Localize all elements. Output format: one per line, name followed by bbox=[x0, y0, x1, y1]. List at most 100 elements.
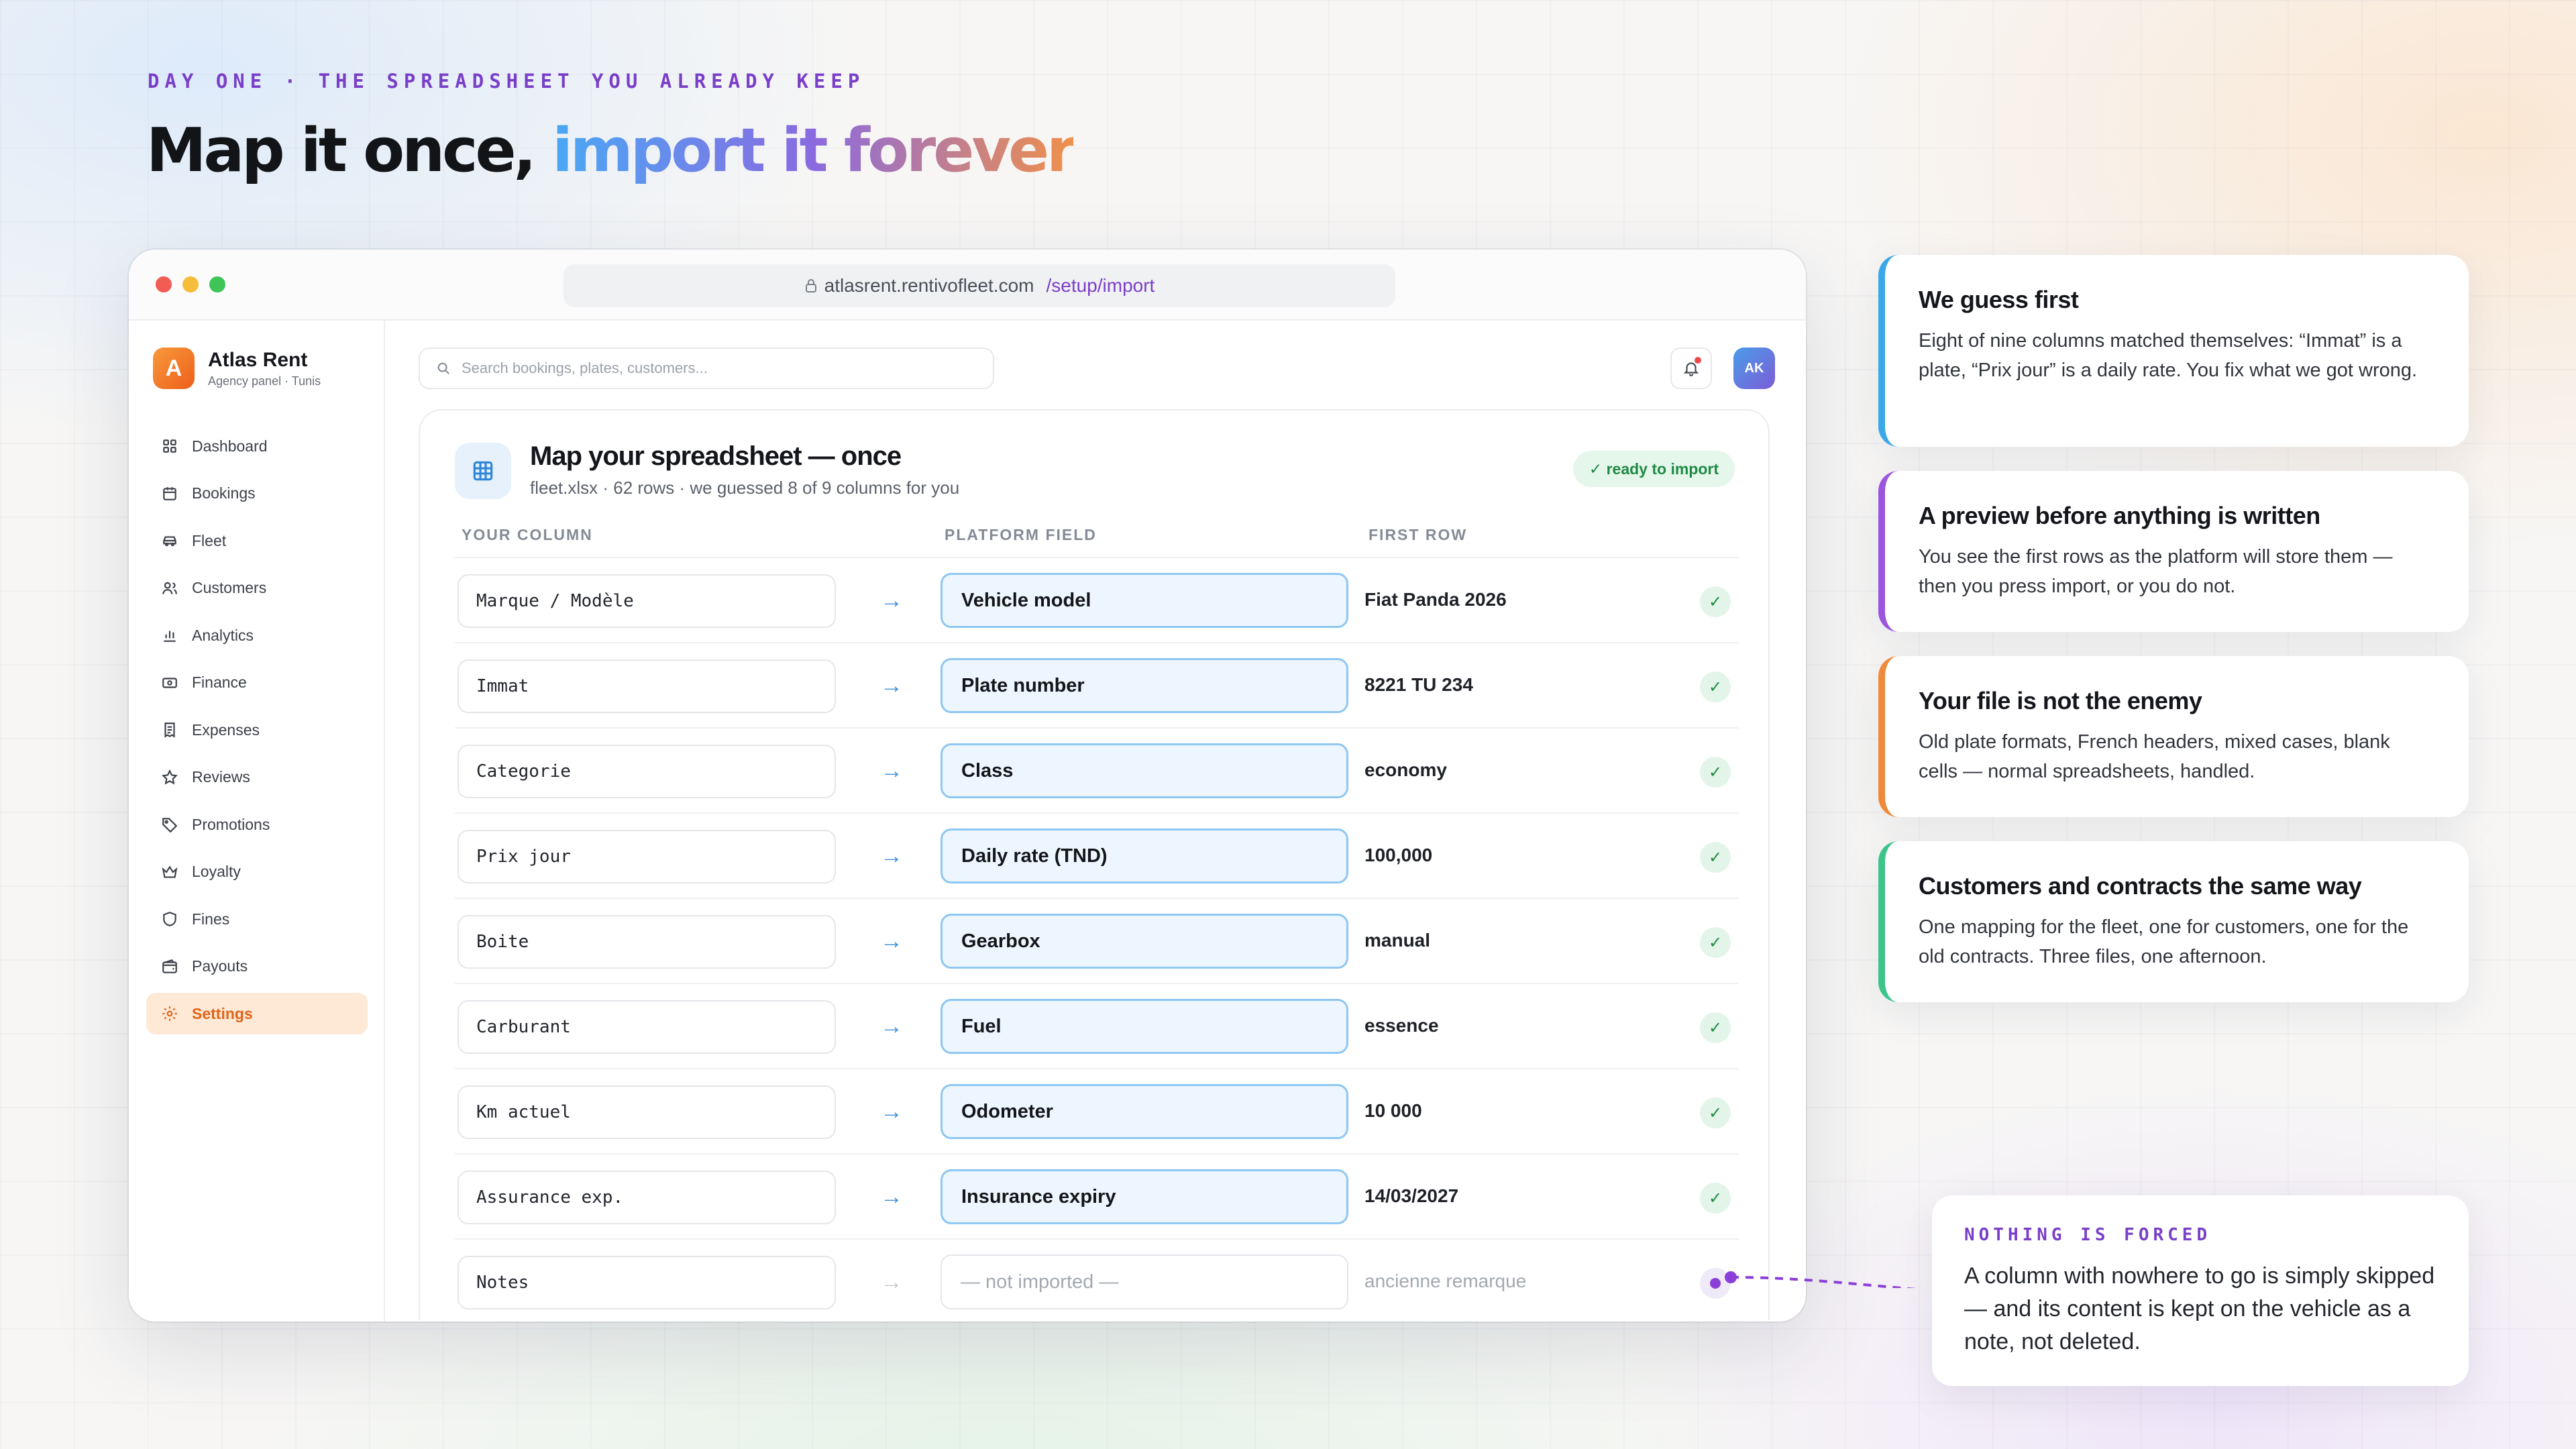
check-icon: ✓ bbox=[1700, 1183, 1731, 1214]
platform-field-select[interactable]: Daily rate (TND) bbox=[941, 828, 1348, 883]
calendar-icon bbox=[163, 486, 176, 500]
sidebar-item-finance[interactable]: Finance bbox=[146, 662, 368, 704]
first-row-value: ancienne remarque bbox=[1364, 1271, 1527, 1291]
wallet-icon bbox=[162, 959, 177, 973]
page-eyebrow: DAY ONE · THE SPREADSHEET YOU ALREADY KE… bbox=[148, 70, 865, 93]
mapping-title: Map your spreadsheet — once bbox=[530, 441, 902, 471]
sidebar-item-label: Dashboard bbox=[192, 437, 268, 455]
source-column-field[interactable]: Assurance exp. bbox=[458, 1171, 836, 1224]
sidebar-item-bookings[interactable]: Bookings bbox=[146, 473, 368, 515]
source-column-field[interactable]: Immat bbox=[458, 659, 836, 713]
mapping-rows: Marque / Modèle → Vehicle model Fiat Pan… bbox=[455, 557, 1739, 1324]
sidebar-item-promotions[interactable]: Promotions bbox=[146, 804, 368, 845]
maximize-window-button[interactable] bbox=[209, 276, 225, 292]
sidebar-item-label: Customers bbox=[192, 579, 267, 596]
column-header-platform-field: PLATFORM FIELD bbox=[945, 526, 1097, 543]
arrow-right-icon: → bbox=[880, 758, 903, 784]
first-row-value: 14/03/2027 bbox=[1364, 1185, 1459, 1206]
sidebar-item-payouts[interactable]: Payouts bbox=[146, 946, 368, 987]
minimize-window-button[interactable] bbox=[182, 276, 199, 292]
callout-title: Your file is not the enemy bbox=[1919, 687, 2202, 714]
sidebar-item-label: Bookings bbox=[192, 484, 256, 502]
platform-field-select[interactable]: Insurance expiry bbox=[941, 1169, 1348, 1224]
callout-body: Old plate formats, French headers, mixed… bbox=[1919, 731, 2390, 782]
source-column-field[interactable]: Categorie bbox=[458, 745, 836, 798]
car-icon bbox=[163, 536, 176, 547]
platform-field-select[interactable]: Fuel bbox=[941, 999, 1348, 1054]
check-icon: ✓ bbox=[1700, 586, 1731, 617]
sidebar: A Atlas Rent Agency panel · Tunis Dashbo… bbox=[129, 321, 385, 1322]
mapping-row: Boite → Gearbox manual ✓ bbox=[455, 898, 1739, 983]
sidebar-item-label: Expenses bbox=[192, 720, 260, 739]
source-column-field[interactable]: Notes bbox=[458, 1256, 836, 1309]
sidebar-item-reviews[interactable]: Reviews bbox=[146, 757, 368, 798]
platform-field-select[interactable]: Odometer bbox=[941, 1084, 1348, 1139]
window-bottom-edge bbox=[129, 1322, 1806, 1348]
sidebar-item-label: Loyalty bbox=[192, 863, 241, 880]
sidebar-item-label: Settings bbox=[192, 1004, 253, 1022]
brand-subtitle: Agency panel · Tunis bbox=[208, 374, 321, 388]
sidebar-item-fleet[interactable]: Fleet bbox=[146, 520, 368, 561]
sidebar-item-expenses[interactable]: Expenses bbox=[146, 709, 368, 751]
note-nothing-forced: NOTHING IS FORCED A column with nowhere … bbox=[1932, 1195, 2469, 1386]
mapping-row: Assurance exp. → Insurance expiry 14/03/… bbox=[455, 1153, 1739, 1238]
notifications-button[interactable] bbox=[1670, 347, 1712, 389]
user-avatar[interactable]: AK bbox=[1733, 347, 1775, 389]
bar-chart-icon bbox=[164, 631, 176, 642]
source-column-field[interactable]: Boite bbox=[458, 915, 836, 969]
source-column-field[interactable]: Marque / Modèle bbox=[458, 574, 836, 628]
callout-preview: A preview before anything is written You… bbox=[1878, 471, 2469, 632]
first-row-value: essence bbox=[1364, 1015, 1439, 1036]
callout-title: A preview before anything is written bbox=[1919, 502, 2320, 529]
headline-accent: import it forever bbox=[552, 115, 1076, 186]
mapping-row: Categorie → Class economy ✓ bbox=[455, 727, 1739, 812]
platform-field-select[interactable]: Vehicle model bbox=[941, 573, 1348, 628]
banknote-icon bbox=[162, 677, 177, 688]
close-window-button[interactable] bbox=[156, 276, 172, 292]
shield-icon bbox=[163, 912, 176, 926]
source-column-field[interactable]: Km actuel bbox=[458, 1085, 836, 1139]
arrow-right-icon: → bbox=[880, 1184, 903, 1210]
brand-name: Atlas Rent bbox=[208, 348, 308, 371]
source-column-field[interactable]: Prix jour bbox=[458, 830, 836, 883]
url-host: atlasrent.rentivofleet.com bbox=[824, 275, 1034, 296]
callout-body: One mapping for the fleet, one for custo… bbox=[1919, 916, 2409, 967]
check-icon: ✓ bbox=[1700, 757, 1731, 788]
sidebar-item-loyalty[interactable]: Loyalty bbox=[146, 851, 368, 893]
brand[interactable]: A Atlas Rent Agency panel · Tunis bbox=[153, 347, 321, 389]
callout-guess-first: We guess first Eight of nine columns mat… bbox=[1878, 255, 2469, 447]
global-search-input[interactable]: Search bookings, plates, customers... bbox=[419, 347, 994, 389]
receipt-icon bbox=[164, 722, 175, 738]
source-column-field[interactable]: Carburant bbox=[458, 1000, 836, 1054]
platform-field-select[interactable]: Class bbox=[941, 743, 1348, 798]
note-connector-line bbox=[1725, 1271, 1917, 1288]
sidebar-item-label: Finance bbox=[192, 674, 247, 691]
sidebar-item-fines[interactable]: Fines bbox=[146, 898, 368, 940]
check-icon: ✓ bbox=[1700, 1097, 1731, 1128]
page-headline: Map it once, import it forever bbox=[146, 115, 1076, 186]
check-icon: ✓ bbox=[1700, 672, 1731, 702]
platform-field-select[interactable]: Gearbox bbox=[941, 914, 1348, 969]
sidebar-item-settings[interactable]: Settings bbox=[146, 993, 368, 1034]
check-icon: ✓ bbox=[1700, 927, 1731, 958]
sidebar-item-label: Analytics bbox=[192, 626, 254, 644]
ready-status-badge: ✓ ready to import bbox=[1572, 451, 1735, 487]
platform-field-select[interactable]: — not imported — bbox=[941, 1254, 1348, 1309]
sidebar-item-label: Reviews bbox=[192, 768, 250, 786]
sidebar-item-label: Fleet bbox=[192, 531, 227, 549]
first-row-value: economy bbox=[1364, 759, 1447, 780]
sidebar-item-customers[interactable]: Customers bbox=[146, 568, 368, 609]
arrow-right-icon: → bbox=[880, 588, 903, 613]
sidebar-item-label: Promotions bbox=[192, 815, 270, 833]
callout-customers-contracts: Customers and contracts the same way One… bbox=[1878, 841, 2469, 1002]
sidebar-item-analytics[interactable]: Analytics bbox=[146, 614, 368, 656]
platform-field-select[interactable]: Plate number bbox=[941, 658, 1348, 713]
mapping-row: Prix jour → Daily rate (TND) 100,000 ✓ bbox=[455, 812, 1739, 898]
mapping-row: Marque / Modèle → Vehicle model Fiat Pan… bbox=[455, 557, 1739, 642]
address-bar[interactable]: atlasrent.rentivofleet.com /setup/import bbox=[564, 264, 1395, 307]
mapping-row: Km actuel → Odometer 10 000 ✓ bbox=[455, 1068, 1739, 1153]
search-placeholder: Search bookings, plates, customers... bbox=[462, 360, 708, 376]
first-row-value: 8221 TU 234 bbox=[1364, 674, 1473, 695]
star-icon bbox=[162, 769, 178, 785]
sidebar-item-dashboard[interactable]: Dashboard bbox=[146, 425, 368, 467]
